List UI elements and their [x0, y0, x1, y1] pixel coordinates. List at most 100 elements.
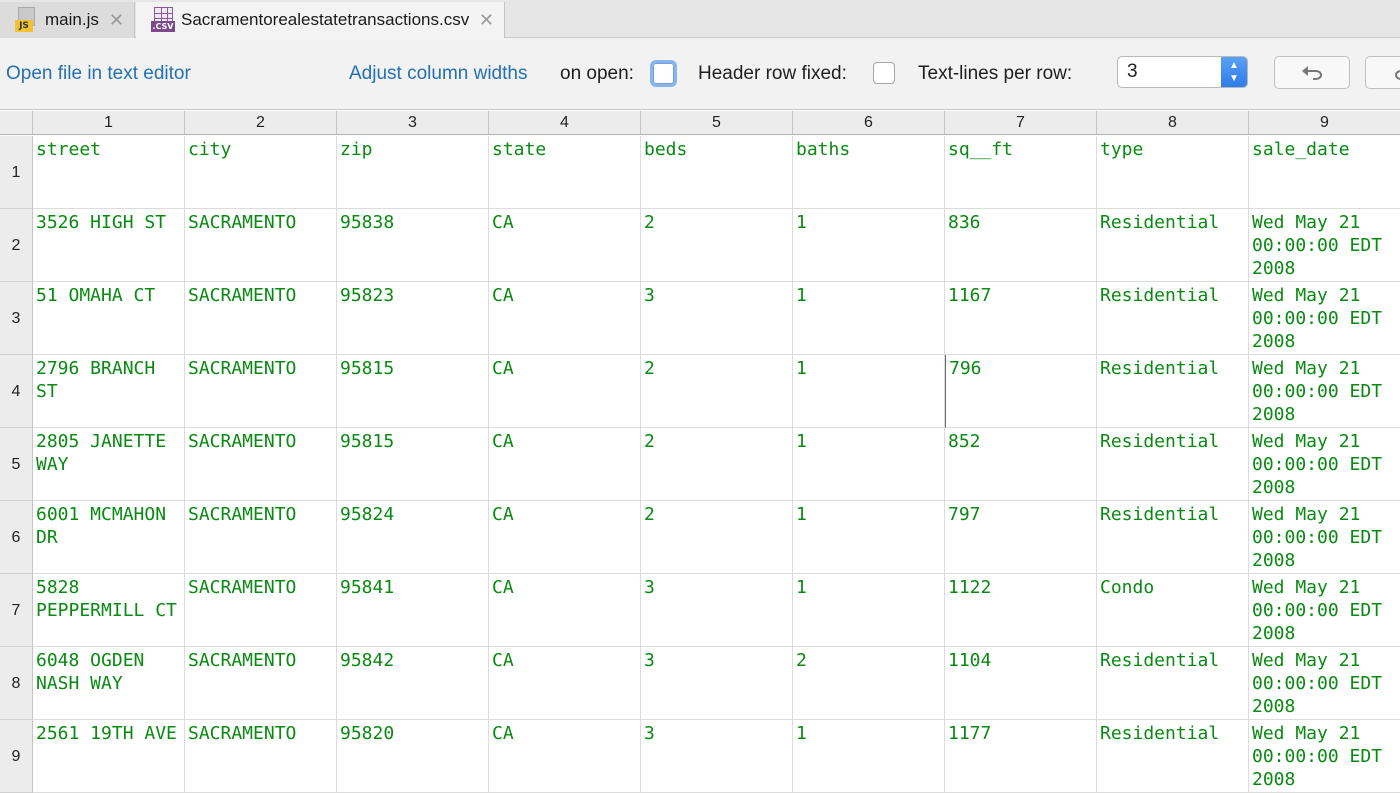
table-cell[interactable]: Condo — [1097, 574, 1249, 647]
row-header[interactable]: 2 — [0, 209, 33, 282]
table-cell[interactable]: Wed May 21 00:00:00 EDT 2008 — [1249, 428, 1400, 501]
table-cell[interactable]: SACRAMENTO — [185, 574, 337, 647]
row-header[interactable]: 3 — [0, 282, 33, 355]
table-cell[interactable]: Residential — [1097, 720, 1249, 793]
header-cell[interactable]: beds — [641, 136, 793, 209]
table-cell[interactable]: CA — [489, 282, 641, 355]
header-cell[interactable]: sq__ft — [945, 136, 1097, 209]
table-cell[interactable]: 6001 MCMAHON DR — [33, 501, 185, 574]
column-header[interactable]: 3 — [337, 111, 489, 135]
row-header[interactable]: 4 — [0, 355, 33, 428]
table-cell[interactable]: 852 — [945, 428, 1097, 501]
table-cell[interactable]: Wed May 21 00:00:00 EDT 2008 — [1249, 282, 1400, 355]
table-cell[interactable]: Residential — [1097, 428, 1249, 501]
table-cell[interactable]: SACRAMENTO — [185, 428, 337, 501]
table-cell[interactable]: 95824 — [337, 501, 489, 574]
table-cell[interactable]: Residential — [1097, 647, 1249, 720]
table-cell[interactable]: SACRAMENTO — [185, 647, 337, 720]
table-cell[interactable]: 796 — [945, 355, 1097, 428]
column-header[interactable]: 8 — [1097, 111, 1249, 135]
tab-csv-file[interactable]: .CSV Sacramentorealestatetransactions.cs… — [136, 2, 505, 38]
table-cell[interactable]: 95823 — [337, 282, 489, 355]
table-cell[interactable]: 1122 — [945, 574, 1097, 647]
table-cell[interactable]: 2561 19TH AVE — [33, 720, 185, 793]
header-cell[interactable]: type — [1097, 136, 1249, 209]
table-cell[interactable]: SACRAMENTO — [185, 720, 337, 793]
table-cell[interactable]: 3 — [641, 282, 793, 355]
table-cell[interactable]: 1177 — [945, 720, 1097, 793]
table-cell[interactable]: 3 — [641, 574, 793, 647]
table-cell[interactable]: 95842 — [337, 647, 489, 720]
row-header[interactable]: 6 — [0, 501, 33, 574]
header-cell[interactable]: city — [185, 136, 337, 209]
table-cell[interactable]: 797 — [945, 501, 1097, 574]
table-cell[interactable]: Wed May 21 00:00:00 EDT 2008 — [1249, 501, 1400, 574]
table-cell[interactable]: 95838 — [337, 209, 489, 282]
redo-button[interactable] — [1365, 56, 1400, 89]
row-header[interactable]: 9 — [0, 720, 33, 793]
table-cell[interactable]: 3526 HIGH ST — [33, 209, 185, 282]
header-cell[interactable]: street — [33, 136, 185, 209]
header-cell[interactable]: sale_date — [1249, 136, 1400, 209]
table-cell[interactable]: 836 — [945, 209, 1097, 282]
table-cell[interactable]: 2 — [793, 647, 945, 720]
undo-button[interactable] — [1274, 56, 1350, 89]
column-header[interactable]: 9 — [1249, 111, 1400, 135]
table-cell[interactable]: SACRAMENTO — [185, 355, 337, 428]
table-cell[interactable]: 2 — [641, 501, 793, 574]
table-cell[interactable]: 1167 — [945, 282, 1097, 355]
table-cell[interactable]: 2805 JANETTE WAY — [33, 428, 185, 501]
open-in-text-editor-link[interactable]: Open file in text editor — [6, 63, 191, 85]
table-cell[interactable]: SACRAMENTO — [185, 282, 337, 355]
close-icon[interactable]: ✕ — [479, 10, 494, 31]
table-cell[interactable]: Wed May 21 00:00:00 EDT 2008 — [1249, 720, 1400, 793]
table-cell[interactable]: CA — [489, 355, 641, 428]
table-cell[interactable]: 95820 — [337, 720, 489, 793]
row-header[interactable]: 7 — [0, 574, 33, 647]
table-cell[interactable]: 6048 OGDEN NASH WAY — [33, 647, 185, 720]
table-cell[interactable]: Residential — [1097, 282, 1249, 355]
row-header[interactable]: 1 — [0, 136, 33, 209]
table-cell[interactable]: CA — [489, 501, 641, 574]
column-header[interactable]: 5 — [641, 111, 793, 135]
table-cell[interactable]: CA — [489, 428, 641, 501]
table-cell[interactable]: Residential — [1097, 355, 1249, 428]
table-cell[interactable]: CA — [489, 574, 641, 647]
table-cell[interactable]: Residential — [1097, 501, 1249, 574]
chevron-updown-icon[interactable]: ▲ ▼ — [1221, 57, 1247, 87]
table-cell[interactable]: SACRAMENTO — [185, 209, 337, 282]
table-cell[interactable]: 2 — [641, 355, 793, 428]
table-cell[interactable]: 5828 PEPPERMILL CT — [33, 574, 185, 647]
table-cell[interactable]: CA — [489, 647, 641, 720]
table-cell[interactable]: 1 — [793, 282, 945, 355]
row-header[interactable]: 8 — [0, 647, 33, 720]
table-cell[interactable]: 51 OMAHA CT — [33, 282, 185, 355]
table-cell[interactable]: Wed May 21 00:00:00 EDT 2008 — [1249, 574, 1400, 647]
table-cell[interactable]: CA — [489, 209, 641, 282]
header-cell[interactable]: baths — [793, 136, 945, 209]
table-cell[interactable]: 1 — [793, 209, 945, 282]
close-icon[interactable]: ✕ — [109, 10, 124, 31]
table-cell[interactable]: Wed May 21 00:00:00 EDT 2008 — [1249, 647, 1400, 720]
table-cell[interactable]: 95815 — [337, 428, 489, 501]
table-cell[interactable]: 1 — [793, 574, 945, 647]
table-cell[interactable]: 1 — [793, 355, 945, 428]
adjust-column-widths-link[interactable]: Adjust column widths — [349, 63, 527, 85]
table-cell[interactable]: Wed May 21 00:00:00 EDT 2008 — [1249, 355, 1400, 428]
column-header[interactable]: 2 — [185, 111, 337, 135]
table-cell[interactable]: 2796 BRANCH ST — [33, 355, 185, 428]
table-cell[interactable]: 3 — [641, 720, 793, 793]
column-header[interactable]: 4 — [489, 111, 641, 135]
column-header[interactable]: 1 — [33, 111, 185, 135]
adjust-on-open-checkbox[interactable] — [650, 60, 677, 87]
column-header[interactable]: 6 — [793, 111, 945, 135]
header-cell[interactable]: zip — [337, 136, 489, 209]
row-header[interactable]: 5 — [0, 428, 33, 501]
table-cell[interactable]: 95815 — [337, 355, 489, 428]
table-cell[interactable]: 1 — [793, 720, 945, 793]
table-cell[interactable]: 1 — [793, 501, 945, 574]
table-cell[interactable]: 3 — [641, 647, 793, 720]
table-cell[interactable]: 2 — [641, 209, 793, 282]
table-cell[interactable]: 95841 — [337, 574, 489, 647]
column-header[interactable]: 7 — [945, 111, 1097, 135]
